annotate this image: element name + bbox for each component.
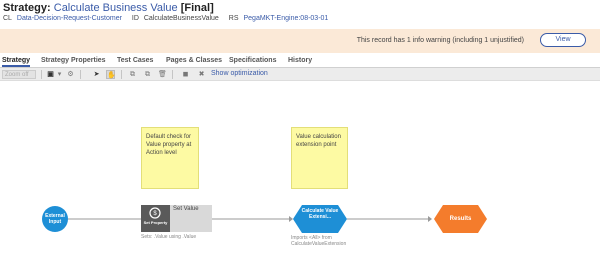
external-input-label: External Input xyxy=(45,213,65,225)
sticky-note[interactable]: Default check for Value property at Acti… xyxy=(141,127,199,189)
results-label: Results xyxy=(449,216,472,222)
calculate-value-label: Calculate Value Extensi... xyxy=(301,208,339,220)
connector-arrow xyxy=(289,216,293,222)
calculate-value-subtext-2: CalculateValueExtension xyxy=(291,241,347,247)
set-value-subtext: Sets: .Value using .Value xyxy=(141,234,197,240)
set-value-title: Set Value xyxy=(173,206,199,212)
sticky-note[interactable]: Value calculation extension point xyxy=(291,127,348,189)
set-property-label: Set Property xyxy=(143,220,168,225)
connector-arrow xyxy=(428,216,432,222)
